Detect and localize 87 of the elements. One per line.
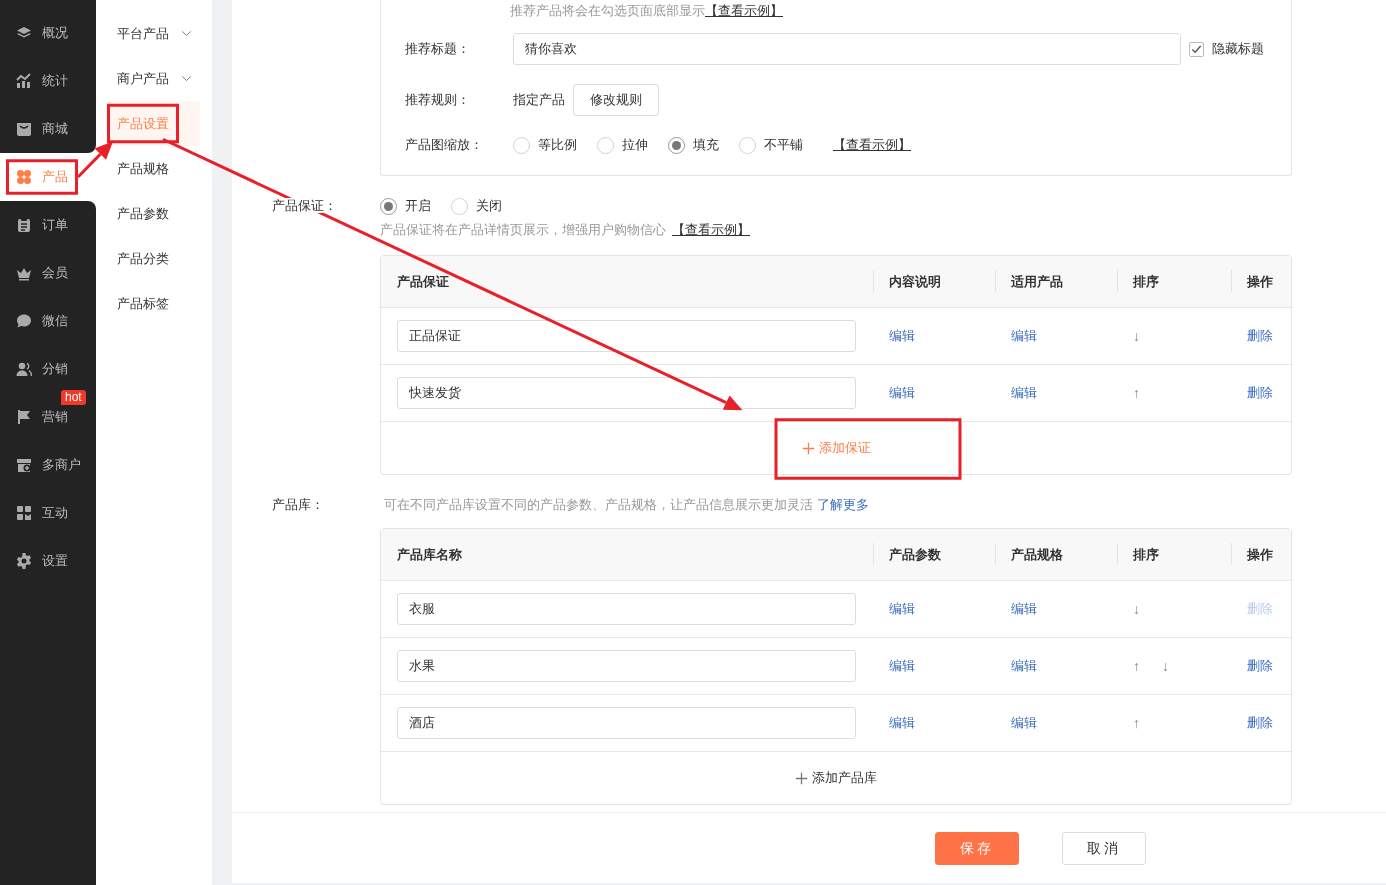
column-header: 产品库名称 <box>396 545 463 564</box>
annotation-arrow <box>76 141 113 179</box>
hot-badge: hot <box>61 390 86 405</box>
edit-link[interactable]: 编辑 <box>889 383 915 403</box>
column-header: 排序 <box>1117 544 1231 565</box>
sidebar-item[interactable]: 商城 <box>0 105 96 153</box>
submenu-item[interactable]: 产品规格 <box>107 146 200 191</box>
column-header: 适用产品 <box>995 271 1117 292</box>
check-icon <box>1191 43 1202 55</box>
sort-arrow[interactable]: ↑ <box>1133 655 1140 677</box>
delete-link[interactable]: 删除 <box>1247 656 1273 676</box>
column-header: 操作 <box>1231 544 1291 565</box>
name-input[interactable]: 快速发货 <box>397 377 856 409</box>
edit-link[interactable]: 编辑 <box>889 713 915 733</box>
delete-link[interactable]: 删除 <box>1247 326 1273 346</box>
edit-link[interactable]: 编辑 <box>1011 656 1037 676</box>
name-input[interactable]: 酒店 <box>397 707 856 739</box>
edit-rule-button[interactable]: 修改规则 <box>573 84 659 116</box>
name-input[interactable]: 水果 <box>397 650 856 682</box>
column-header: 内容说明 <box>873 271 995 292</box>
chevron-down-icon <box>181 73 192 84</box>
hint-text: 产品保证将在产品详情页展示，增强用户购物信心 <box>380 221 666 240</box>
people-icon <box>16 361 32 377</box>
radio-option[interactable]: 填充 <box>668 135 719 155</box>
sidebar-item[interactable]: 分销 <box>0 345 96 393</box>
field-label: 推荐标题： <box>405 40 471 59</box>
sort-arrow[interactable]: ↑ <box>1133 382 1140 404</box>
sidebar-item[interactable]: 互动 <box>0 489 96 537</box>
sidebar-item[interactable]: 设置 <box>0 537 96 585</box>
sidebar-item[interactable]: 微信 <box>0 297 96 345</box>
radio-option[interactable]: 开启 <box>380 196 431 216</box>
edit-link[interactable]: 编辑 <box>1011 713 1037 733</box>
field-label: 产品库： <box>272 496 325 515</box>
radio-option[interactable]: 关闭 <box>451 196 502 216</box>
hide-title-checkbox[interactable]: 隐藏标题 <box>1189 39 1264 59</box>
flag-icon <box>16 409 32 425</box>
name-input[interactable]: 正品保证 <box>397 320 856 352</box>
submenu-item[interactable]: 平台产品 <box>107 11 200 56</box>
radio-option[interactable]: 拉伸 <box>597 135 648 155</box>
plus-icon <box>795 771 808 785</box>
edit-link[interactable]: 编辑 <box>889 656 915 676</box>
sort-arrow[interactable]: ↑ <box>1133 712 1140 734</box>
column-header: 排序 <box>1117 271 1231 292</box>
field-label: 推荐规则： <box>405 91 471 110</box>
plus-icon <box>801 441 815 455</box>
sort-arrow[interactable]: ↓ <box>1133 325 1140 347</box>
chevron-down-icon <box>181 28 192 39</box>
column-header: 产品保证 <box>396 272 450 291</box>
submenu-item[interactable]: 产品分类 <box>107 236 200 281</box>
edit-link[interactable]: 编辑 <box>889 326 915 346</box>
sidebar-item[interactable]: 统计 <box>0 57 96 105</box>
edit-link[interactable]: 编辑 <box>1011 326 1037 346</box>
bag-icon <box>16 121 32 137</box>
blocks-icon <box>16 505 32 521</box>
gear-icon <box>16 553 32 569</box>
sidebar-item[interactable]: 会员 <box>0 249 96 297</box>
delete-link[interactable]: 删除 <box>1247 713 1273 733</box>
hint-text: 推荐产品将会在勾选页面底部显示 <box>510 2 705 21</box>
radio-option[interactable]: 不平铺 <box>739 135 803 155</box>
submenu-item[interactable]: 产品参数 <box>107 191 200 236</box>
grid-icon <box>16 169 32 185</box>
column-header: 操作 <box>1231 271 1291 292</box>
submenu-item[interactable]: 产品标签 <box>107 281 200 326</box>
title-input[interactable]: 猜你喜欢 <box>513 33 1181 65</box>
sidebar-item[interactable]: 概况 <box>0 9 96 57</box>
delete-link[interactable]: 删除 <box>1247 383 1273 403</box>
radio-option[interactable]: 等比例 <box>513 135 577 155</box>
cancel-button[interactable]: 取消 <box>1062 832 1146 865</box>
chart-icon <box>16 73 32 89</box>
store-icon <box>16 457 32 473</box>
example-link[interactable]: 【查看示例】 <box>672 220 750 240</box>
example-link[interactable]: 【查看示例】 <box>705 1 783 21</box>
column-header: 产品参数 <box>873 544 995 565</box>
learn-more-link[interactable]: 了解更多 <box>817 495 869 515</box>
add-button[interactable]: 添加产品库 <box>795 768 877 788</box>
field-label: 产品图缩放： <box>405 136 484 155</box>
submenu-item[interactable]: 商户产品 <box>107 56 200 101</box>
sidebar-item[interactable]: 多商户 <box>0 441 96 489</box>
chat-icon <box>16 313 32 329</box>
column-header: 产品规格 <box>995 544 1117 565</box>
hint-text: 可在不同产品库设置不同的产品参数、产品规格，让产品信息展示更加灵活 <box>384 496 813 515</box>
rule-value: 指定产品 <box>513 91 565 110</box>
clipboard-icon <box>16 217 32 233</box>
edit-link[interactable]: 编辑 <box>1011 383 1037 403</box>
sidebar-item[interactable]: 订单 <box>0 201 96 249</box>
example-link[interactable]: 【查看示例】 <box>833 135 911 155</box>
sort-arrow[interactable]: ↓ <box>1162 655 1169 677</box>
